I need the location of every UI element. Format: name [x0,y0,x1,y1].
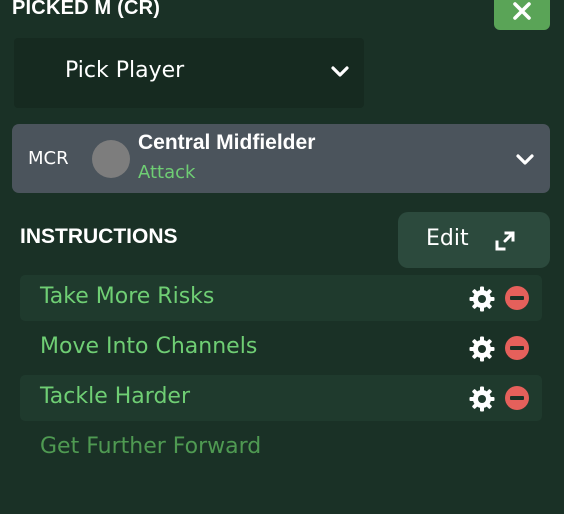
remove-icon[interactable] [505,336,529,360]
instruction-row[interactable]: Get Further Forward [20,425,542,471]
chevron-down-icon [331,66,349,77]
remove-icon[interactable] [505,286,529,310]
instruction-label: Tackle Harder [40,384,190,409]
instruction-row[interactable]: Tackle Harder [20,375,542,421]
avatar [92,140,130,178]
remove-icon[interactable] [505,386,529,410]
instruction-row[interactable]: Take More Risks [20,275,542,321]
instruction-row[interactable]: Move Into Channels [20,325,542,371]
panel-title: PICKED M (CR) [12,0,161,19]
instruction-label: Take More Risks [40,284,215,309]
position-label: MCR [28,148,69,169]
picker-label: Pick Player [65,58,185,83]
player-picker[interactable]: Pick Player [14,38,364,108]
role-selector[interactable]: MCR Central Midfielder Attack [12,124,550,193]
close-icon [513,2,531,20]
gear-icon[interactable] [469,386,495,412]
gear-icon[interactable] [469,336,495,362]
expand-icon [495,231,515,251]
instruction-label: Get Further Forward [40,434,262,459]
gear-icon[interactable] [469,286,495,312]
role-duty: Attack [138,162,196,183]
edit-button[interactable]: Edit [398,212,550,268]
role-name: Central Midfielder [138,131,316,154]
close-button[interactable] [494,0,550,30]
chevron-down-icon [516,154,534,165]
instructions-title: INSTRUCTIONS [20,225,178,248]
instruction-label: Move Into Channels [40,334,258,359]
edit-label: Edit [426,226,469,251]
